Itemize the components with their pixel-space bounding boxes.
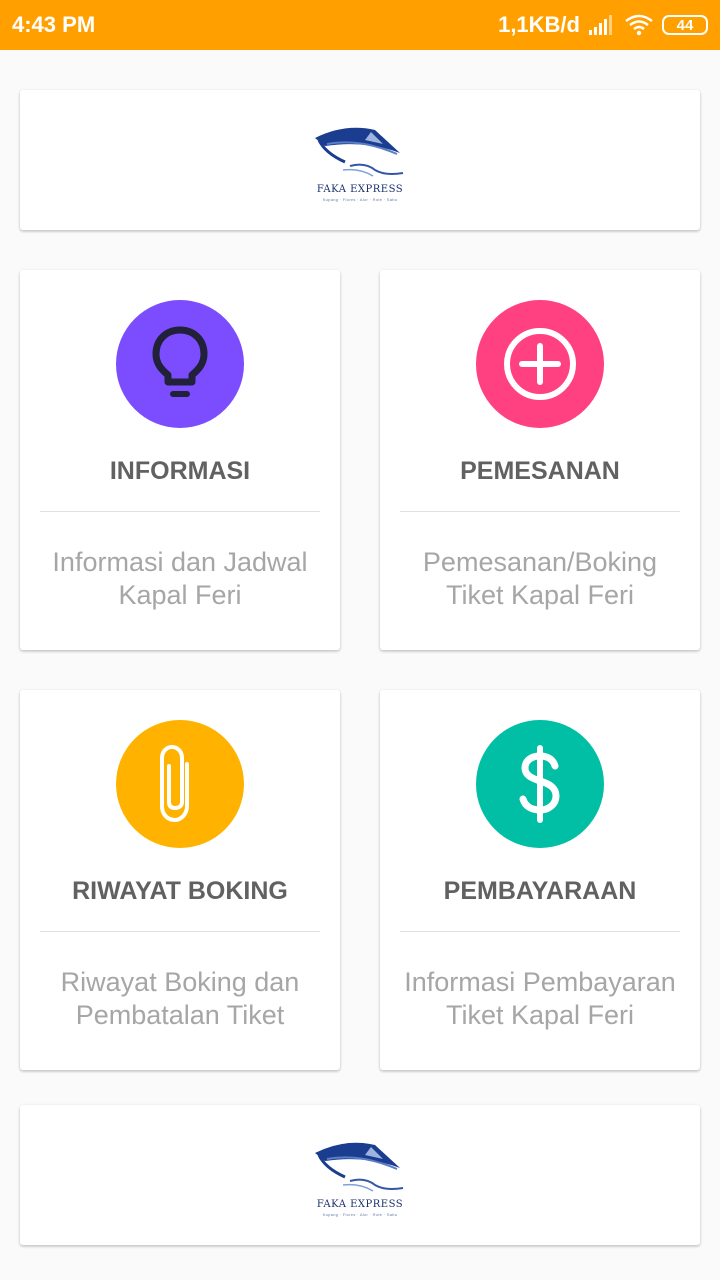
pembayaraan-title: PEMBAYARAAN (443, 877, 637, 905)
menu-card-riwayat-boking[interactable]: RIWAYAT BOKING Riwayat Boking dan Pembat… (20, 690, 340, 1070)
menu-card-pembayaraan[interactable]: PEMBAYARAAN Informasi Pembayaran Tiket K… (380, 690, 700, 1070)
pembayaraan-description: Informasi Pembayaran Tiket Kapal Feri (404, 967, 676, 1030)
pemesanan-title: PEMESANAN (460, 457, 620, 485)
pembayaraan-icon-circle (476, 720, 604, 848)
riwayat-description: Riwayat Boking dan Pembatalan Tiket (60, 967, 300, 1030)
divider (40, 511, 320, 512)
company-logo: FAKA EXPRESS Kupang · Flores · Alor · Ro… (305, 1133, 415, 1217)
pemesanan-description: Pemesanan/Boking Tiket Kapal Feri (422, 547, 658, 610)
informasi-title: INFORMASI (109, 457, 251, 485)
battery-indicator: 44 (662, 15, 708, 35)
logo-name: FAKA EXPRESS (316, 1199, 404, 1210)
signal-icon (589, 15, 612, 35)
pemesanan-icon-circle (476, 300, 604, 428)
company-logo: FAKA EXPRESS Kupang · Flores · Alor · Ro… (305, 118, 415, 202)
logo-name: FAKA EXPRESS (316, 184, 404, 195)
add-circle-icon (504, 328, 576, 400)
paperclip-icon (160, 745, 189, 822)
battery-level: 44 (676, 16, 694, 34)
divider (400, 511, 680, 512)
logo-tagline: Kupang · Flores · Alor · Rote · Sabu (322, 1212, 398, 1217)
informasi-description: Informasi dan Jadwal Kapal Feri (52, 547, 308, 610)
menu-card-pemesanan[interactable]: PEMESANAN Pemesanan/Boking Tiket Kapal F… (380, 270, 700, 650)
ship-logo-icon (315, 1142, 404, 1192)
divider (40, 931, 320, 932)
dollar-icon (519, 745, 560, 823)
divider (400, 931, 680, 932)
logo-tagline: Kupang · Flores · Alor · Rote · Sabu (322, 197, 398, 202)
status-bar: 4:43 PM 1,1KB/d 44 (0, 0, 720, 50)
wifi-icon (625, 14, 653, 36)
logo-banner-top: FAKA EXPRESS Kupang · Flores · Alor · Ro… (20, 90, 700, 230)
status-time: 4:43 PM (12, 12, 96, 37)
network-speed: 1,1KB/d (498, 12, 580, 37)
riwayat-title: RIWAYAT BOKING (72, 877, 288, 905)
ship-logo-icon (315, 127, 404, 177)
menu-card-informasi[interactable]: INFORMASI Informasi dan Jadwal Kapal Fer… (20, 270, 340, 650)
riwayat-icon-circle (116, 720, 244, 848)
status-right: 1,1KB/d 44 (498, 12, 708, 38)
logo-banner-bottom: FAKA EXPRESS Kupang · Flores · Alor · Ro… (20, 1105, 700, 1245)
informasi-icon-circle (116, 300, 244, 428)
lightbulb-icon (152, 326, 208, 397)
